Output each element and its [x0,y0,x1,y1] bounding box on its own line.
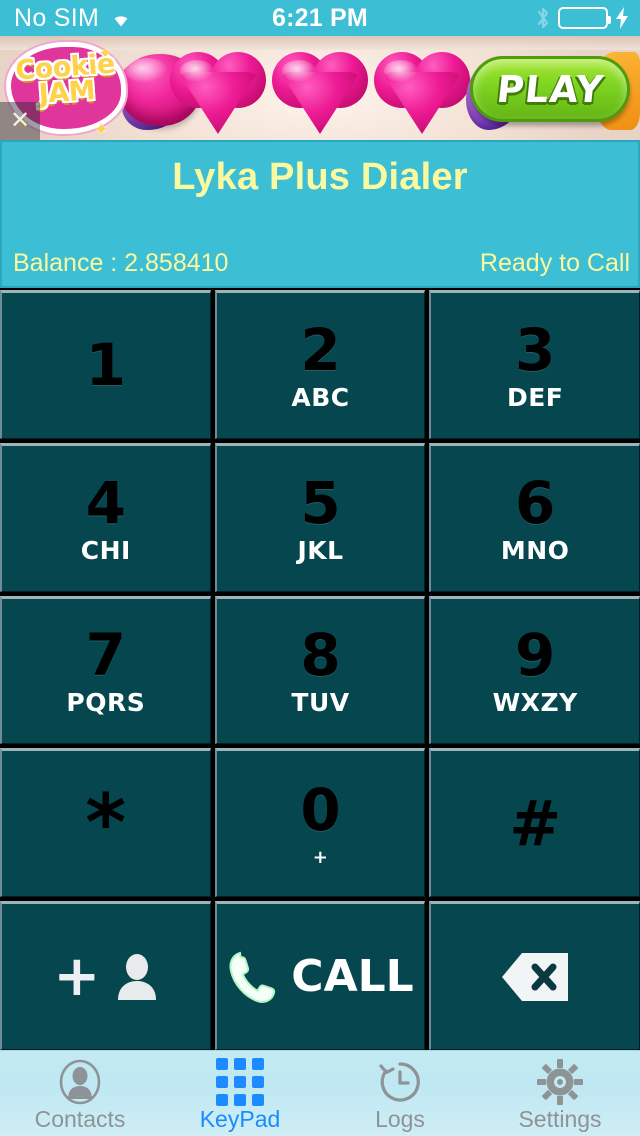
dial-keypad: 1 2 ABC 3 DEF 4 CHI 5 JKL 6 MNO 7 PQRS 8… [0,288,640,1050]
key-9-digit: 9 [514,621,556,690]
tab-contacts-label: Contacts [34,1106,126,1132]
bluetooth-icon [534,5,552,31]
key-2-letters: ABC [291,382,350,412]
key-6[interactable]: 6 MNO [429,442,640,592]
key-3[interactable]: 3 DEF [429,290,640,439]
tab-settings-label: Settings [518,1106,602,1132]
key-9-letters: WXZY [492,688,578,718]
tab-contacts[interactable]: Contacts [0,1051,160,1136]
ad-brand-line-2: JAM [37,74,96,110]
ad-heart-2 [272,52,368,136]
key-7-digit: 7 [85,621,126,690]
charging-bolt-icon [614,6,630,30]
phone-icon [227,950,277,1004]
ad-banner[interactable]: ✦ ✦ ✦ Cookie JAM PLAY ✕ [0,36,640,140]
ad-play-button[interactable]: PLAY [470,56,630,122]
key-6-digit: 6 [514,468,556,537]
key-0-digit: 0 [300,775,341,844]
tab-logs-label: Logs [375,1106,425,1132]
tab-keypad-label: KeyPad [199,1106,281,1132]
app-header: Lyka Plus Dialer Balance : 2.858410 Read… [0,140,640,288]
key-8-digit: 8 [300,621,341,690]
call-button-label: CALL [291,951,414,1003]
key-star[interactable]: * [0,748,211,898]
ad-play-label: PLAY [494,67,606,111]
key-hash[interactable]: # [429,748,640,898]
ad-heart-1 [170,52,266,136]
key-0[interactable]: 0 + [214,748,426,898]
contacts-icon [57,1059,103,1105]
backspace-icon [500,951,570,1003]
key-0-plus: + [312,846,329,868]
key-1[interactable]: 1 [0,290,211,439]
key-8[interactable]: 8 TUV [214,595,426,745]
key-5[interactable]: 5 JKL [214,442,426,592]
call-button[interactable]: CALL [214,901,426,1050]
key-5-digit: 5 [300,468,341,537]
key-hash-symbol: # [509,786,562,860]
key-1-digit: 1 [85,331,126,400]
key-6-letters: MNO [500,535,570,565]
tab-keypad[interactable]: KeyPad [160,1051,320,1136]
gear-icon [537,1059,583,1105]
key-9[interactable]: 9 WXZY [429,595,640,745]
key-8-letters: TUV [291,688,350,718]
page-title: Lyka Plus Dialer [172,156,468,198]
key-3-digit: 3 [514,315,556,384]
key-7[interactable]: 7 PQRS [0,595,211,745]
key-star-symbol: * [85,778,127,869]
status-bar: No SIM 6:21 PM [0,0,640,36]
history-clock-icon [377,1060,423,1104]
key-2-digit: 2 [300,315,341,384]
call-status-label: Ready to Call [479,249,630,277]
tab-settings[interactable]: Settings [480,1051,640,1136]
key-5-letters: JKL [297,535,344,565]
key-4-digit: 4 [85,468,126,537]
key-4[interactable]: 4 CHI [0,442,211,592]
key-4-letters: CHI [80,535,131,565]
balance-label: Balance : 2.858410 [13,249,229,277]
status-bar-right [534,5,630,31]
key-7-letters: PQRS [66,688,146,718]
bottom-tab-bar: Contacts KeyPad Logs Settings [0,1050,640,1136]
add-contact-icon [116,953,158,1001]
dialer-app-screen: No SIM 6:21 PM ✦ ✦ ✦ Cookie JAM PLAY ✕ L… [0,0,640,1136]
backspace-button[interactable] [429,901,640,1050]
close-icon: ✕ [9,107,31,134]
key-2[interactable]: 2 ABC [214,290,426,439]
keypad-grid-icon [216,1058,264,1106]
plus-icon: + [53,944,101,1009]
key-3-letters: DEF [506,382,564,412]
ad-close-button[interactable]: ✕ [0,102,40,140]
tab-logs[interactable]: Logs [320,1051,480,1136]
ad-heart-3 [374,52,470,136]
battery-full-icon [558,7,611,29]
add-contact-button[interactable]: + [0,901,211,1050]
